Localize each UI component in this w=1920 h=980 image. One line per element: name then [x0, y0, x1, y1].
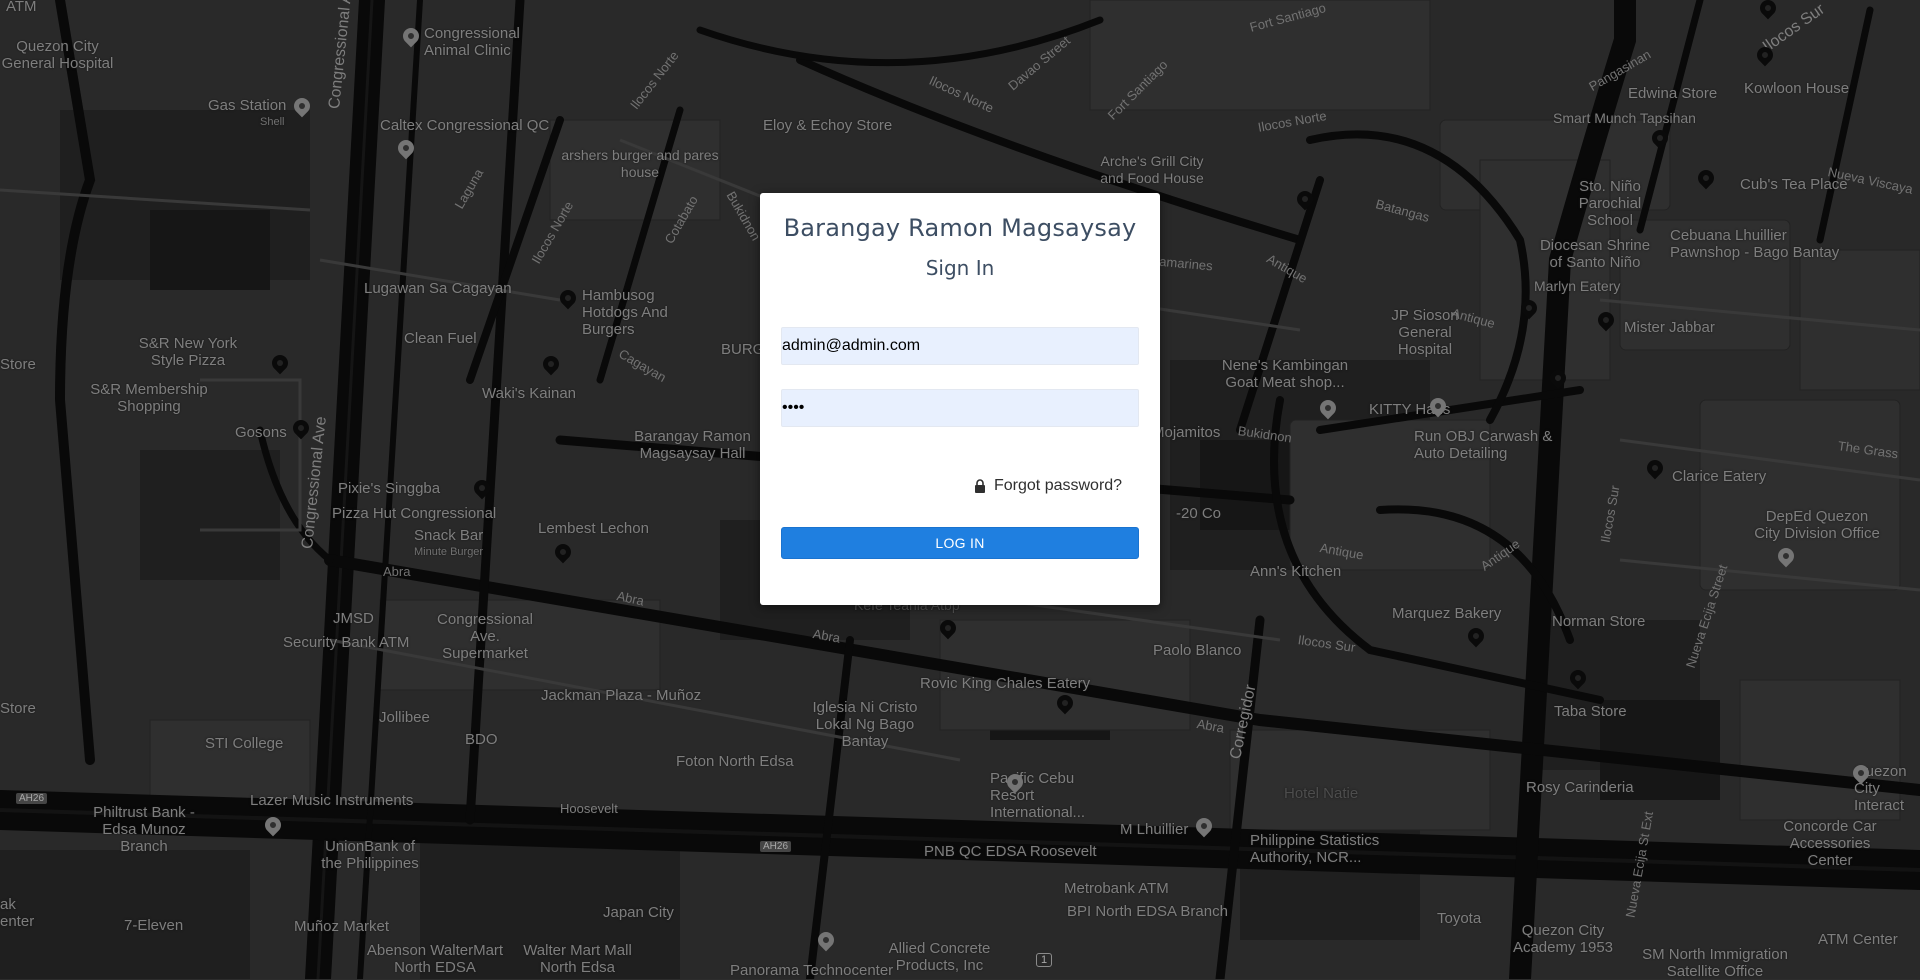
lock-icon	[974, 479, 986, 493]
login-button[interactable]: LOG IN	[781, 527, 1139, 559]
organization-title: Barangay Ramon Magsaysay	[783, 214, 1137, 242]
password-field[interactable]	[781, 389, 1139, 427]
forgot-password-label: Forgot password?	[994, 477, 1123, 494]
forgot-password-link[interactable]: Forgot password?	[974, 477, 1122, 495]
email-field[interactable]	[781, 327, 1139, 365]
login-card: Barangay Ramon Magsaysay Sign In Forgot …	[760, 193, 1160, 605]
sign-in-heading: Sign In	[925, 256, 995, 280]
